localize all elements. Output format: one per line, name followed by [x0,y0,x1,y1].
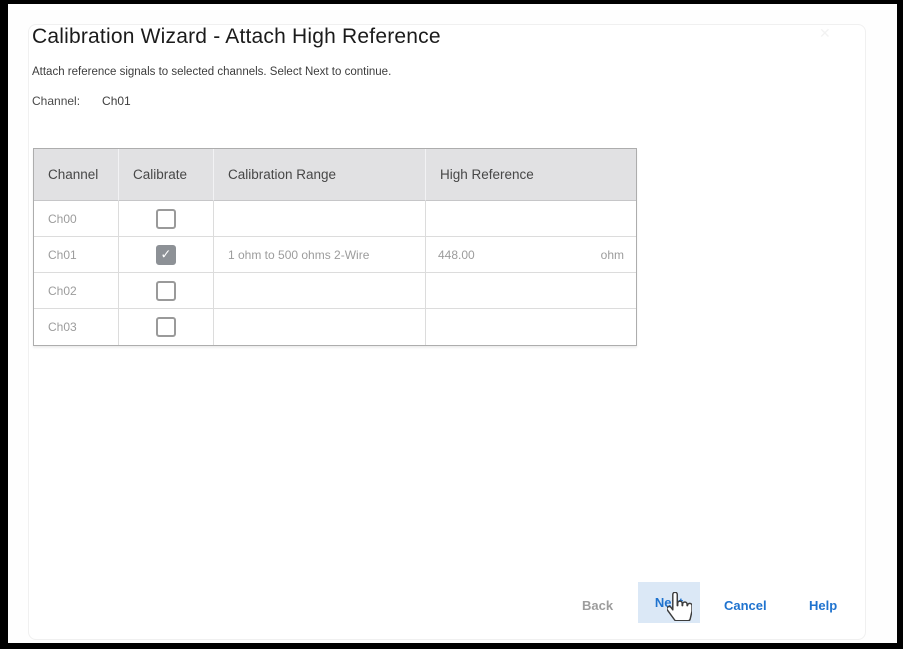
close-icon[interactable]: ✕ [819,26,831,40]
cell-channel: Ch01 [34,237,119,273]
cell-calibrate: ✓ [119,273,214,309]
channel-row: Channel: Ch01 [32,94,131,108]
col-header-channel: Channel [34,149,119,201]
cell-calibrate: ✓ [119,237,214,273]
cell-channel: Ch03 [34,309,119,345]
high-ref-value: 448.00 [438,248,475,262]
instruction-text: Attach reference signals to selected cha… [32,66,391,78]
next-button-highlight[interactable]: Next [638,582,700,623]
cell-channel: Ch00 [34,201,119,237]
table-row: Ch00 ✓ [34,201,636,237]
cancel-button[interactable]: Cancel [724,598,767,613]
cell-calibrate: ✓ [119,309,214,345]
cell-calibration-range [214,273,426,309]
cell-high-reference[interactable]: 448.00 ohm [426,237,636,273]
cell-calibration-range: 1 ohm to 500 ohms 2-Wire [214,237,426,273]
table-row: Ch01 ✓ 1 ohm to 500 ohms 2-Wire 448.00 o… [34,237,636,273]
cell-calibration-range [214,309,426,345]
channel-label: Channel: [32,94,80,108]
page-title: Calibration Wizard - Attach High Referen… [32,25,441,49]
calibrate-checkbox[interactable]: ✓ [156,281,176,301]
col-header-high-reference: High Reference [426,149,636,201]
channel-value: Ch01 [102,94,131,108]
high-ref-unit: ohm [601,248,624,262]
table-header-row: Channel Calibrate Calibration Range High… [34,149,636,201]
checkmark-icon: ✓ [161,248,172,261]
table-row: Ch02 ✓ [34,273,636,309]
calibrate-checkbox[interactable]: ✓ [156,209,176,229]
table-row: Ch03 ✓ [34,309,636,345]
cell-high-reference [426,201,636,237]
next-button[interactable]: Next [655,595,683,610]
col-header-calibration-range: Calibration Range [214,149,426,201]
cell-calibrate: ✓ [119,201,214,237]
screenshot-frame: Calibration Wizard - Attach High Referen… [0,0,903,649]
cell-high-reference [426,309,636,345]
back-button[interactable]: Back [582,598,613,613]
help-button[interactable]: Help [809,598,837,613]
cell-calibration-range [214,201,426,237]
cell-high-reference [426,273,636,309]
calibrate-checkbox[interactable]: ✓ [156,317,176,337]
calibration-table: Channel Calibrate Calibration Range High… [33,148,637,346]
col-header-calibrate: Calibrate [119,149,214,201]
cell-channel: Ch02 [34,273,119,309]
calibrate-checkbox[interactable]: ✓ [156,245,176,265]
